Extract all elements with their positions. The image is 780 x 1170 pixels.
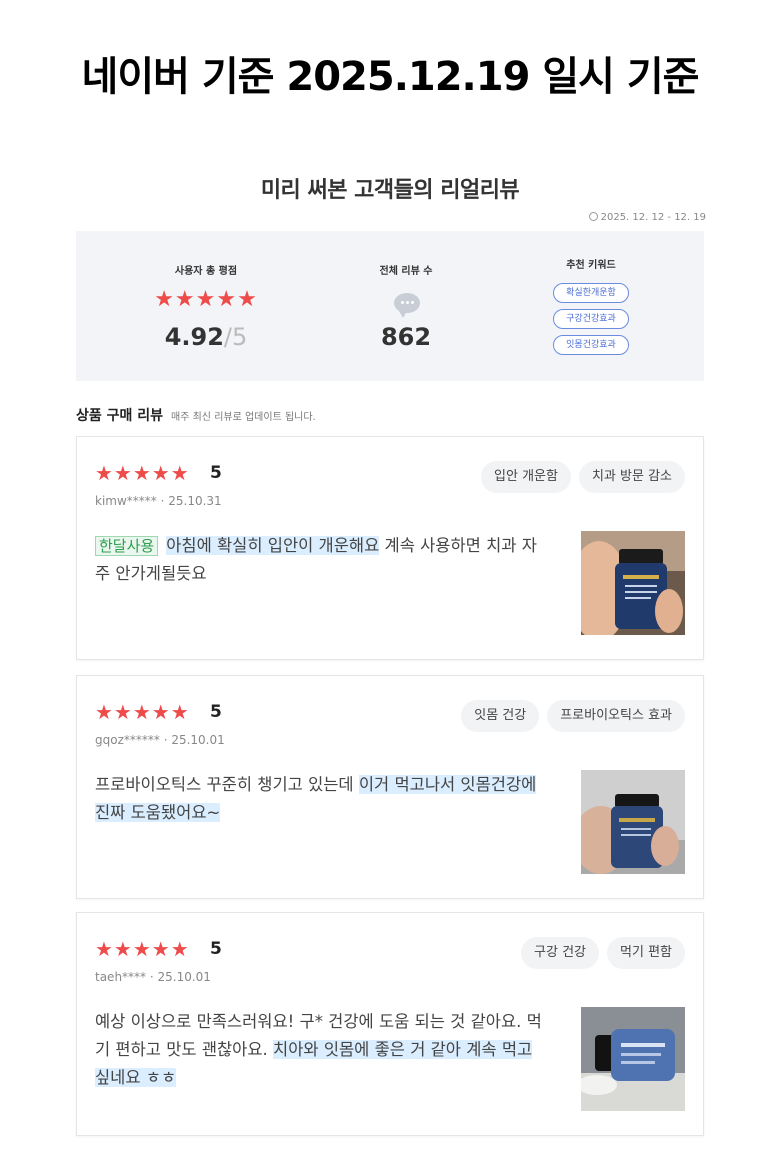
review-tags: 입안 개운함 치과 방문 감소 bbox=[481, 461, 685, 493]
review-photo[interactable] bbox=[581, 531, 685, 635]
keyword-chip[interactable]: 잇몸건강효과 bbox=[553, 335, 629, 355]
review-summary: 사용자 총 평점 ★★★★★ 4.92/5 전체 리뷰 수 862 추천 키워드… bbox=[76, 231, 704, 381]
review-text: 프로바이오틱스 꾸준히 챙기고 있는데 이거 먹고나서 잇몸건강에 진짜 도움됐… bbox=[95, 771, 545, 827]
review-date: 25.10.01 bbox=[157, 970, 211, 984]
rating-max: /5 bbox=[223, 323, 248, 351]
date-range-text: 2025. 12. 12 - 12. 19 bbox=[600, 212, 706, 223]
review-user: kimw***** bbox=[95, 494, 157, 508]
rating-score: 4.92/5 bbox=[116, 323, 296, 351]
review-tag[interactable]: 먹기 편함 bbox=[607, 937, 685, 969]
review-date: 25.10.31 bbox=[168, 494, 222, 508]
review-card[interactable]: ★★★★★ 5 kimw***** · 25.10.31 입안 개운함 치과 방… bbox=[76, 436, 704, 660]
rating-stars-icon: ★★★★★ bbox=[154, 287, 258, 312]
review-tag[interactable]: 잇몸 건강 bbox=[461, 700, 540, 732]
rating-summary: 사용자 총 평점 ★★★★★ 4.92/5 bbox=[116, 231, 296, 381]
rating-label: 사용자 총 평점 bbox=[174, 266, 238, 277]
page-headline: 네이버 기준 2025.12.19 일시 기준 bbox=[81, 54, 700, 100]
reviews-subtitle: 매주 최신 리뷰로 업데이트 됩니다. bbox=[171, 412, 316, 423]
review-rating: 5 bbox=[210, 939, 222, 959]
keyword-list: 확실한개운함 구강건강효과 잇몸건강효과 bbox=[506, 283, 676, 361]
speech-bubble-icon bbox=[394, 293, 420, 318]
reviews-header: 상품 구매 리뷰 매주 최신 리뷰로 업데이트 됩니다. bbox=[76, 405, 316, 425]
review-stars-icon: ★★★★★ bbox=[95, 937, 190, 961]
review-tags: 잇몸 건강 프로바이오틱스 효과 bbox=[461, 700, 685, 732]
count-label: 전체 리뷰 수 bbox=[379, 266, 433, 277]
review-tag[interactable]: 프로바이오틱스 효과 bbox=[547, 700, 685, 732]
review-rating: 5 bbox=[210, 702, 222, 722]
keyword-summary: 추천 키워드 확실한개운함 구강건강효과 잇몸건강효과 bbox=[506, 231, 676, 381]
review-stars-icon: ★★★★★ bbox=[95, 700, 190, 724]
usage-badge: 한달사용 bbox=[95, 536, 159, 556]
review-text: 한달사용 아침에 확실히 입안이 개운해요 계속 사용하면 치과 자주 안가게될듯… bbox=[95, 532, 545, 588]
review-tags: 구강 건강 먹기 편함 bbox=[521, 937, 685, 969]
rating-value: 4.92 bbox=[164, 323, 224, 351]
review-meta: kimw***** · 25.10.31 bbox=[95, 494, 222, 508]
review-count: 862 bbox=[380, 323, 432, 351]
review-highlight: 아침에 확실히 입안이 개운해요 bbox=[166, 536, 380, 555]
review-rating: 5 bbox=[210, 463, 222, 483]
date-range: 2025. 12. 12 - 12. 19 bbox=[588, 212, 706, 223]
keyword-chip[interactable]: 확실한개운함 bbox=[553, 283, 629, 303]
review-text-plain: 프로바이오틱스 꾸준히 챙기고 있는데 bbox=[95, 775, 359, 794]
keyword-chip[interactable]: 구강건강효과 bbox=[553, 309, 629, 329]
review-panel: 미리 써본 고객들의 리얼리뷰 2025. 12. 12 - 12. 19 사용… bbox=[66, 150, 714, 1150]
review-tag[interactable]: 구강 건강 bbox=[521, 937, 600, 969]
section-title: 미리 써본 고객들의 리얼리뷰 bbox=[260, 178, 520, 203]
review-tag[interactable]: 입안 개운함 bbox=[481, 461, 571, 493]
reviews-title: 상품 구매 리뷰 bbox=[76, 408, 164, 424]
count-summary: 전체 리뷰 수 862 bbox=[316, 231, 496, 381]
review-card[interactable]: ★★★★★ 5 gqoz****** · 25.10.01 잇몸 건강 프로바이… bbox=[76, 675, 704, 899]
review-photo[interactable] bbox=[581, 1007, 685, 1111]
review-stars-icon: ★★★★★ bbox=[95, 461, 190, 485]
review-user: taeh**** bbox=[95, 970, 147, 984]
review-text: 예상 이상으로 만족스러워요! 구* 건강에 도움 되는 것 같아요. 먹기 편… bbox=[95, 1008, 545, 1092]
clock-icon bbox=[588, 212, 598, 221]
keywords-label: 추천 키워드 bbox=[566, 260, 616, 271]
review-date: 25.10.01 bbox=[171, 733, 225, 747]
review-user: gqoz****** bbox=[95, 733, 160, 747]
review-tag[interactable]: 치과 방문 감소 bbox=[578, 461, 685, 493]
review-photo[interactable] bbox=[581, 770, 685, 874]
review-card[interactable]: ★★★★★ 5 taeh**** · 25.10.01 구강 건강 먹기 편함 … bbox=[76, 912, 704, 1136]
review-meta: gqoz****** · 25.10.01 bbox=[95, 733, 225, 747]
review-meta: taeh**** · 25.10.01 bbox=[95, 970, 211, 984]
